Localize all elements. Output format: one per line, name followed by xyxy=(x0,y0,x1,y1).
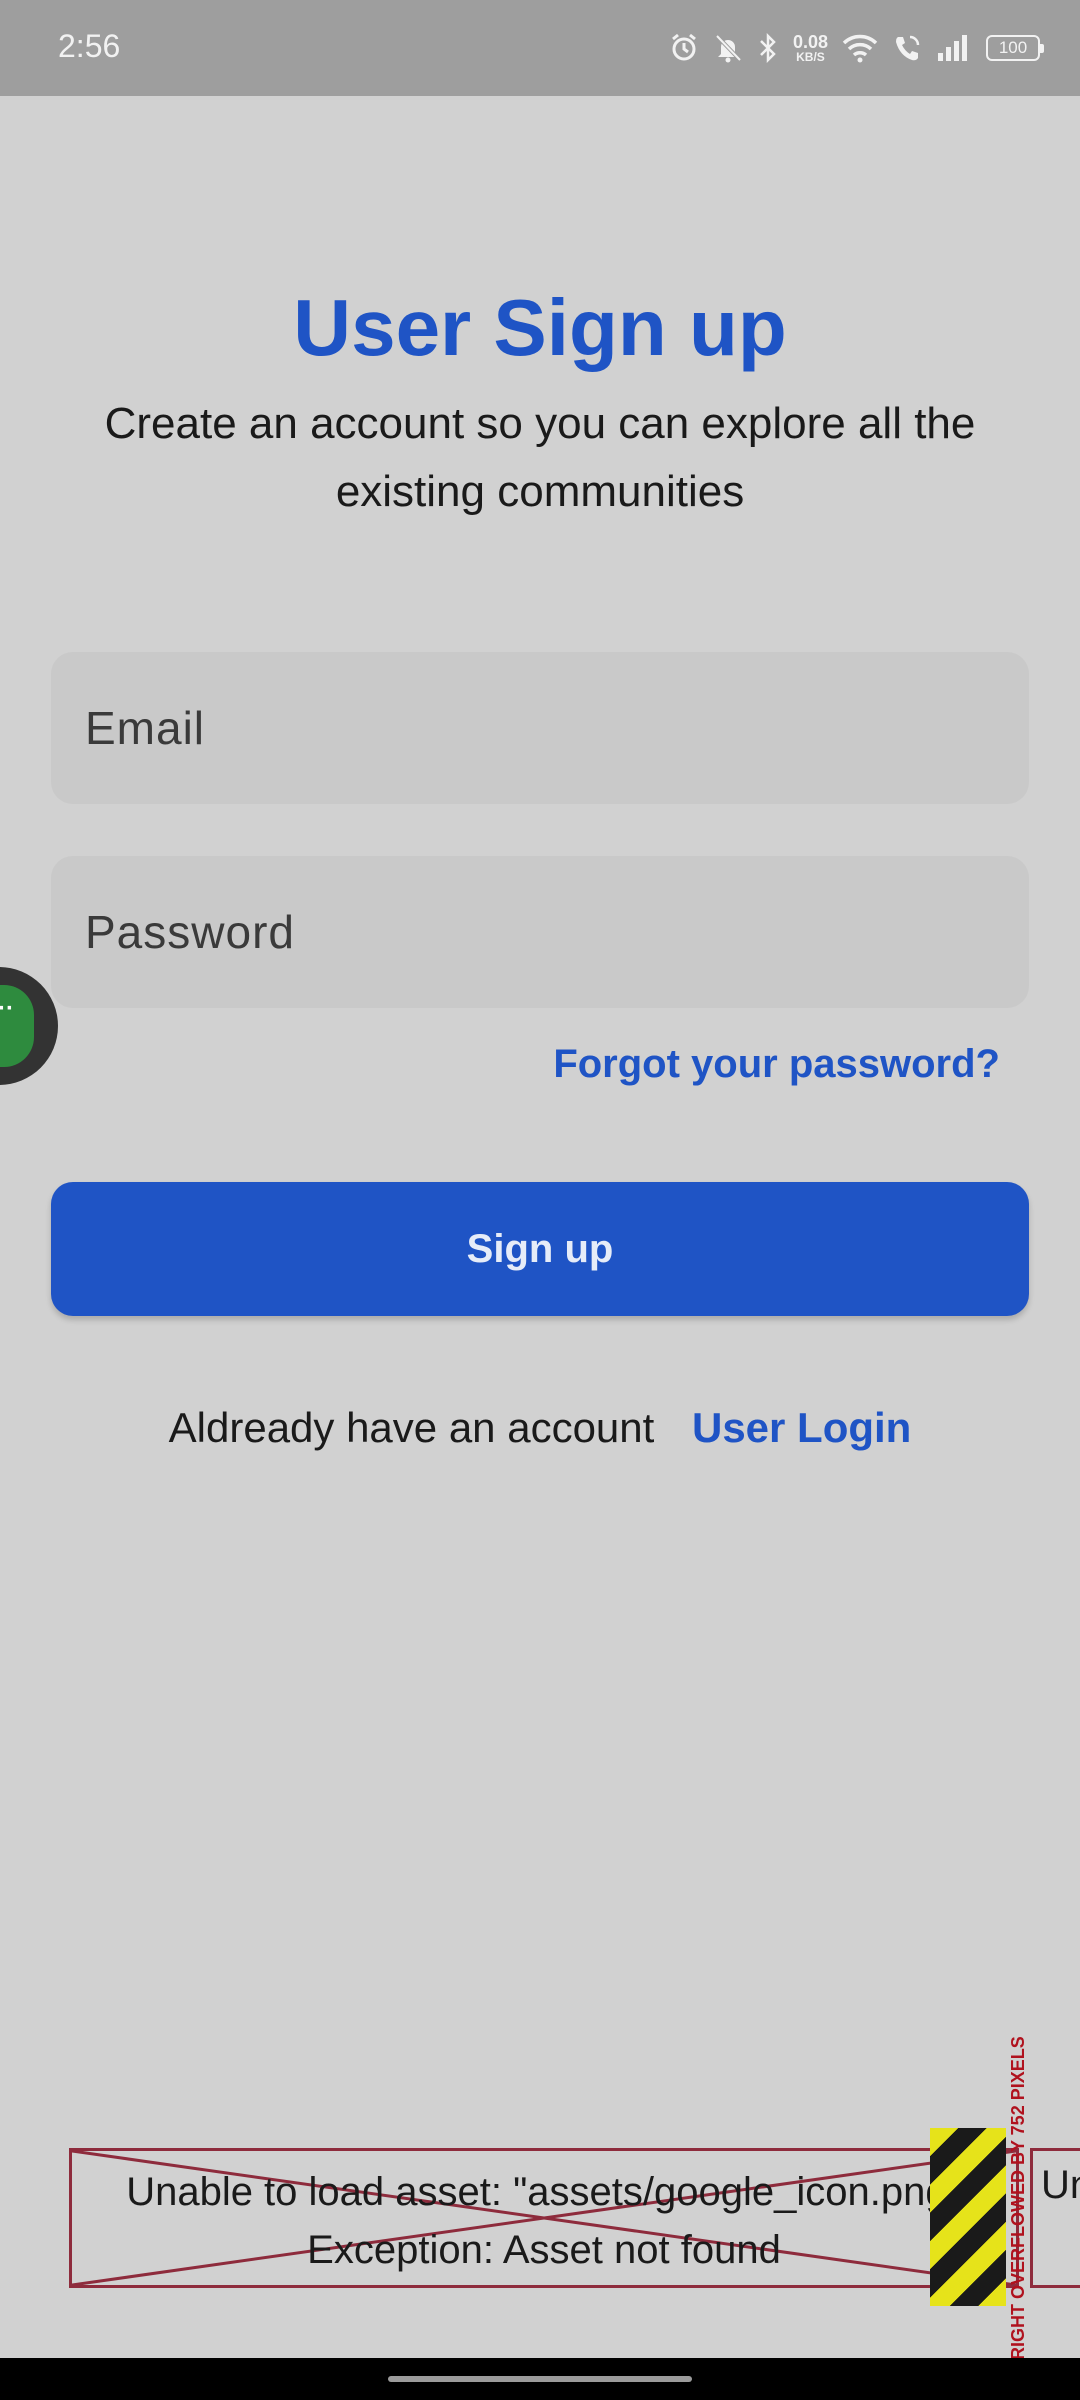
bluetooth-icon xyxy=(760,33,776,63)
asset-error-placeholder: Unable to load asset: "assets/google_ico… xyxy=(69,2148,1019,2288)
overflow-warning-label: RIGHT OVERFLOWED BY 752 PIXELS xyxy=(1008,2036,1028,2360)
email-input[interactable] xyxy=(83,700,1029,756)
error-line-1: Unable to load asset: "assets/google_ico… xyxy=(126,2170,962,2214)
forgot-password-link[interactable]: Forgot your password? xyxy=(553,1042,1000,1087)
floating-chat-bubble[interactable]: ·· xyxy=(0,967,58,1085)
overflow-hazard-stripe xyxy=(930,2128,1006,2306)
password-field[interactable] xyxy=(51,856,1029,1008)
call-icon xyxy=(896,35,920,61)
battery-icon: 100 xyxy=(986,35,1044,61)
page-subtitle: Create an account so you can explore all… xyxy=(104,399,976,516)
signup-button[interactable]: Sign up xyxy=(51,1182,1029,1316)
password-input[interactable] xyxy=(83,904,1029,960)
wifi-icon xyxy=(842,34,878,63)
asset-error-placeholder-cut: Un xyxy=(1030,2148,1080,2288)
status-bar: 2:56 0.08 KB/S 100 xyxy=(0,0,1080,96)
error-line-2: Exception: Asset not found xyxy=(307,2228,781,2272)
alarm-icon xyxy=(672,33,696,61)
login-row: Aldready have an account User Login xyxy=(0,1404,1080,1452)
status-time: 2:56 xyxy=(58,28,121,64)
mute-icon xyxy=(715,34,742,63)
error-cut-text: Un xyxy=(1041,2163,1080,2207)
system-nav-bar xyxy=(0,2358,1080,2400)
error-message: Unable to load asset: "assets/google_ico… xyxy=(72,2163,1016,2279)
net-speed: 0.08 KB/S xyxy=(793,33,828,63)
battery-level: 100 xyxy=(998,38,1028,57)
signal-icon xyxy=(938,35,967,61)
net-speed-value: 0.08 xyxy=(792,32,828,52)
user-login-link[interactable]: User Login xyxy=(692,1404,911,1451)
email-field[interactable] xyxy=(51,652,1029,804)
login-prompt: Aldready have an account xyxy=(168,1404,655,1451)
more-dots-icon: ·· xyxy=(0,995,14,1022)
net-speed-unit: KB/S xyxy=(796,50,825,64)
status-icons: 0.08 KB/S 100 xyxy=(669,26,1044,70)
home-gesture-handle[interactable] xyxy=(388,2376,692,2382)
page-title: User Sign up xyxy=(293,283,787,372)
